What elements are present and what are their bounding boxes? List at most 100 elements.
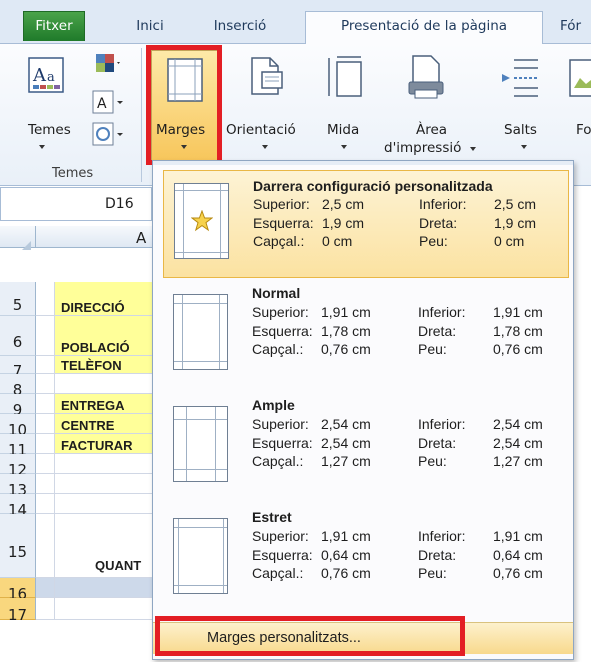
header-margin-label: Capçal.: bbox=[253, 233, 305, 249]
theme-colors-button[interactable] bbox=[94, 52, 124, 78]
cell[interactable]: DIRECCIÓ bbox=[55, 282, 155, 316]
row-header[interactable]: 5 bbox=[0, 282, 36, 316]
bottom-margin-value: 2,5 cm bbox=[494, 196, 537, 212]
custom-margins-menu-item[interactable]: Marges personalitzats... bbox=[153, 622, 573, 654]
cell[interactable]: ENTREGA bbox=[55, 394, 155, 414]
top-margin-value: 2,5 cm bbox=[322, 196, 365, 212]
margins-label: Marges bbox=[156, 122, 206, 138]
chevron-down-icon bbox=[521, 145, 527, 149]
cell[interactable] bbox=[36, 514, 55, 578]
footer-margin-label: Peu: bbox=[418, 341, 447, 357]
ribbon-tab-bar: Fitxer Inici Inserció Presentació de la … bbox=[0, 0, 591, 45]
orientation-icon bbox=[251, 57, 283, 95]
column-header-a[interactable]: A bbox=[136, 229, 146, 247]
color-palette-icon bbox=[96, 54, 120, 72]
left-margin-value: 0,64 cm bbox=[321, 547, 371, 563]
right-margin-value: 2,54 cm bbox=[493, 435, 543, 451]
top-margin-label: Superior: bbox=[252, 304, 309, 320]
page-margins-icon bbox=[174, 183, 229, 259]
chevron-down-icon bbox=[181, 145, 187, 149]
cell[interactable]: FACTURAR bbox=[55, 434, 155, 454]
row-header[interactable]: 7 bbox=[0, 356, 36, 380]
row-header[interactable]: 11 bbox=[0, 434, 36, 459]
cell[interactable]: TELÈFON bbox=[55, 356, 155, 374]
right-margin-label: Dreta: bbox=[419, 215, 458, 231]
cell[interactable] bbox=[55, 454, 155, 474]
background-label: Fo bbox=[576, 122, 591, 138]
bottom-margin-label: Inferior: bbox=[419, 196, 467, 212]
row-header[interactable]: 17 bbox=[0, 598, 36, 624]
cell[interactable] bbox=[36, 434, 55, 454]
background-button[interactable] bbox=[566, 50, 591, 154]
left-margin-label: Esquerra: bbox=[252, 323, 313, 339]
dropdown-top-strip bbox=[153, 161, 573, 165]
cell[interactable] bbox=[36, 374, 55, 394]
name-box[interactable]: D16 bbox=[0, 187, 152, 221]
margin-option-last-custom[interactable]: Darrera configuració personalitzada Supe… bbox=[163, 170, 569, 278]
tab-insert[interactable]: Inserció bbox=[200, 12, 280, 44]
row-header[interactable]: 15 bbox=[0, 514, 36, 578]
size-icon bbox=[328, 56, 362, 97]
cell[interactable] bbox=[55, 578, 155, 598]
left-margin-value: 1,9 cm bbox=[322, 215, 365, 231]
margins-dropdown: Darrera configuració personalitzada Supe… bbox=[152, 160, 574, 660]
breaks-button[interactable] bbox=[486, 50, 552, 154]
cell[interactable] bbox=[36, 454, 55, 474]
row-header[interactable]: 13 bbox=[0, 474, 36, 499]
theme-effects-button[interactable] bbox=[92, 122, 126, 148]
row-header[interactable]: 12 bbox=[0, 454, 36, 479]
cell[interactable]: POBLACIÓ bbox=[55, 316, 155, 356]
cell[interactable] bbox=[36, 282, 55, 316]
row-header[interactable]: 16 bbox=[0, 578, 36, 603]
print-area-label-line2: d'impressió bbox=[384, 140, 462, 156]
cell[interactable] bbox=[36, 394, 55, 414]
row-header[interactable]: 10 bbox=[0, 414, 36, 439]
size-button[interactable] bbox=[316, 50, 374, 154]
svg-text:a: a bbox=[47, 70, 55, 85]
size-label: Mida bbox=[327, 122, 360, 138]
margin-option-normal[interactable]: Normal Superior: 1,91 cm Inferior: 1,91 … bbox=[163, 282, 569, 390]
tab-file[interactable]: Fitxer bbox=[23, 11, 85, 41]
cell[interactable] bbox=[55, 494, 155, 514]
orientation-button[interactable] bbox=[224, 50, 312, 154]
row-header[interactable]: 9 bbox=[0, 394, 36, 419]
row-header[interactable]: 8 bbox=[0, 374, 36, 399]
cell[interactable] bbox=[55, 474, 155, 494]
cell[interactable] bbox=[55, 374, 155, 394]
footer-margin-value: 0,76 cm bbox=[493, 341, 543, 357]
cell[interactable] bbox=[55, 598, 155, 620]
header-margin-label: Capçal.: bbox=[252, 565, 304, 581]
cell[interactable]: QUANT bbox=[55, 514, 155, 578]
cell[interactable] bbox=[36, 578, 55, 598]
option-title: Darrera configuració personalitzada bbox=[253, 178, 493, 194]
themes-icon: A a bbox=[28, 57, 64, 93]
footer-margin-label: Peu: bbox=[418, 453, 447, 469]
row-header[interactable]: 6 bbox=[0, 316, 36, 356]
top-margin-label: Superior: bbox=[252, 528, 309, 544]
page-margins-icon bbox=[173, 518, 228, 594]
tab-home[interactable]: Inici bbox=[120, 12, 180, 44]
row-header[interactable]: 14 bbox=[0, 494, 36, 519]
chevron-down-icon bbox=[341, 145, 347, 149]
top-margin-value: 2,54 cm bbox=[321, 416, 371, 432]
chevron-down-icon bbox=[470, 147, 476, 151]
left-margin-label: Esquerra: bbox=[253, 215, 314, 231]
cell[interactable] bbox=[36, 316, 55, 356]
cell[interactable] bbox=[36, 474, 55, 494]
name-box-value: D16 bbox=[105, 196, 134, 212]
margin-option-narrow[interactable]: Estret Superior: 1,91 cm Inferior: 1,91 … bbox=[163, 506, 569, 614]
group-separator bbox=[141, 48, 142, 182]
top-margin-label: Superior: bbox=[253, 196, 310, 212]
cell[interactable] bbox=[36, 494, 55, 514]
cell[interactable] bbox=[36, 598, 55, 620]
theme-fonts-button[interactable]: A bbox=[92, 90, 126, 116]
tab-formulas[interactable]: Fór bbox=[560, 12, 591, 44]
cell[interactable] bbox=[36, 356, 55, 374]
cell[interactable]: CENTRE bbox=[55, 414, 155, 434]
tab-page-layout[interactable]: Presentació de la pàgina bbox=[305, 11, 543, 45]
breaks-icon bbox=[502, 59, 538, 97]
left-margin-label: Esquerra: bbox=[252, 547, 313, 563]
margin-option-wide[interactable]: Ample Superior: 2,54 cm Inferior: 2,54 c… bbox=[163, 394, 569, 502]
bottom-margin-value: 2,54 cm bbox=[493, 416, 543, 432]
cell[interactable] bbox=[36, 414, 55, 434]
